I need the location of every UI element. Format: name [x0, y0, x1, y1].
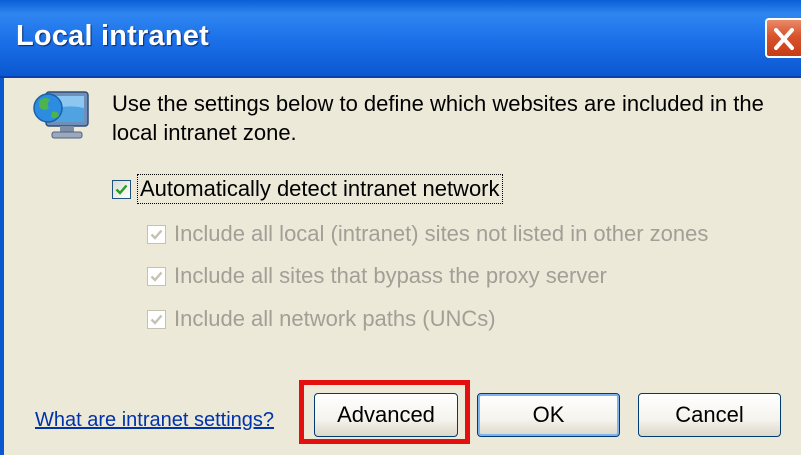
intro-text: Use the settings below to define which w…: [112, 91, 764, 145]
checkmark-icon: [115, 184, 128, 195]
option-network-paths: Include all network paths (UNCs): [147, 305, 496, 333]
window-title: Local intranet: [16, 20, 209, 52]
option-local-sites: Include all local (intranet) sites not l…: [147, 220, 708, 248]
close-icon: [774, 28, 794, 50]
local-sites-checkbox: [147, 224, 166, 244]
cancel-button[interactable]: Cancel: [638, 393, 781, 437]
bypass-proxy-checkbox: [147, 266, 166, 286]
auto-detect-label: Automatically detect intranet network: [137, 174, 503, 204]
local-sites-label: Include all local (intranet) sites not l…: [174, 221, 709, 246]
checkmark-icon: [150, 314, 163, 325]
advanced-button[interactable]: Advanced: [314, 393, 458, 437]
option-bypass-proxy: Include all sites that bypass the proxy …: [147, 262, 607, 290]
network-paths-label: Include all network paths (UNCs): [174, 306, 496, 331]
ok-button[interactable]: OK: [477, 393, 620, 437]
bypass-proxy-label: Include all sites that bypass the proxy …: [174, 263, 607, 288]
checkmark-icon: [150, 271, 163, 282]
title-bar[interactable]: Local intranet: [0, 0, 801, 78]
intranet-settings-help-link[interactable]: What are intranet settings?: [35, 409, 274, 432]
auto-detect-checkbox[interactable]: [112, 179, 131, 199]
option-auto-detect[interactable]: Automatically detect intranet network: [112, 174, 503, 204]
checkmark-icon: [150, 229, 163, 240]
window-frame-left: [0, 78, 4, 455]
close-button[interactable]: [765, 18, 801, 58]
local-intranet-dialog: Local intranet Use the settings below to…: [0, 0, 801, 455]
network-paths-checkbox: [147, 309, 166, 329]
computer-globe-icon: [33, 91, 89, 139]
